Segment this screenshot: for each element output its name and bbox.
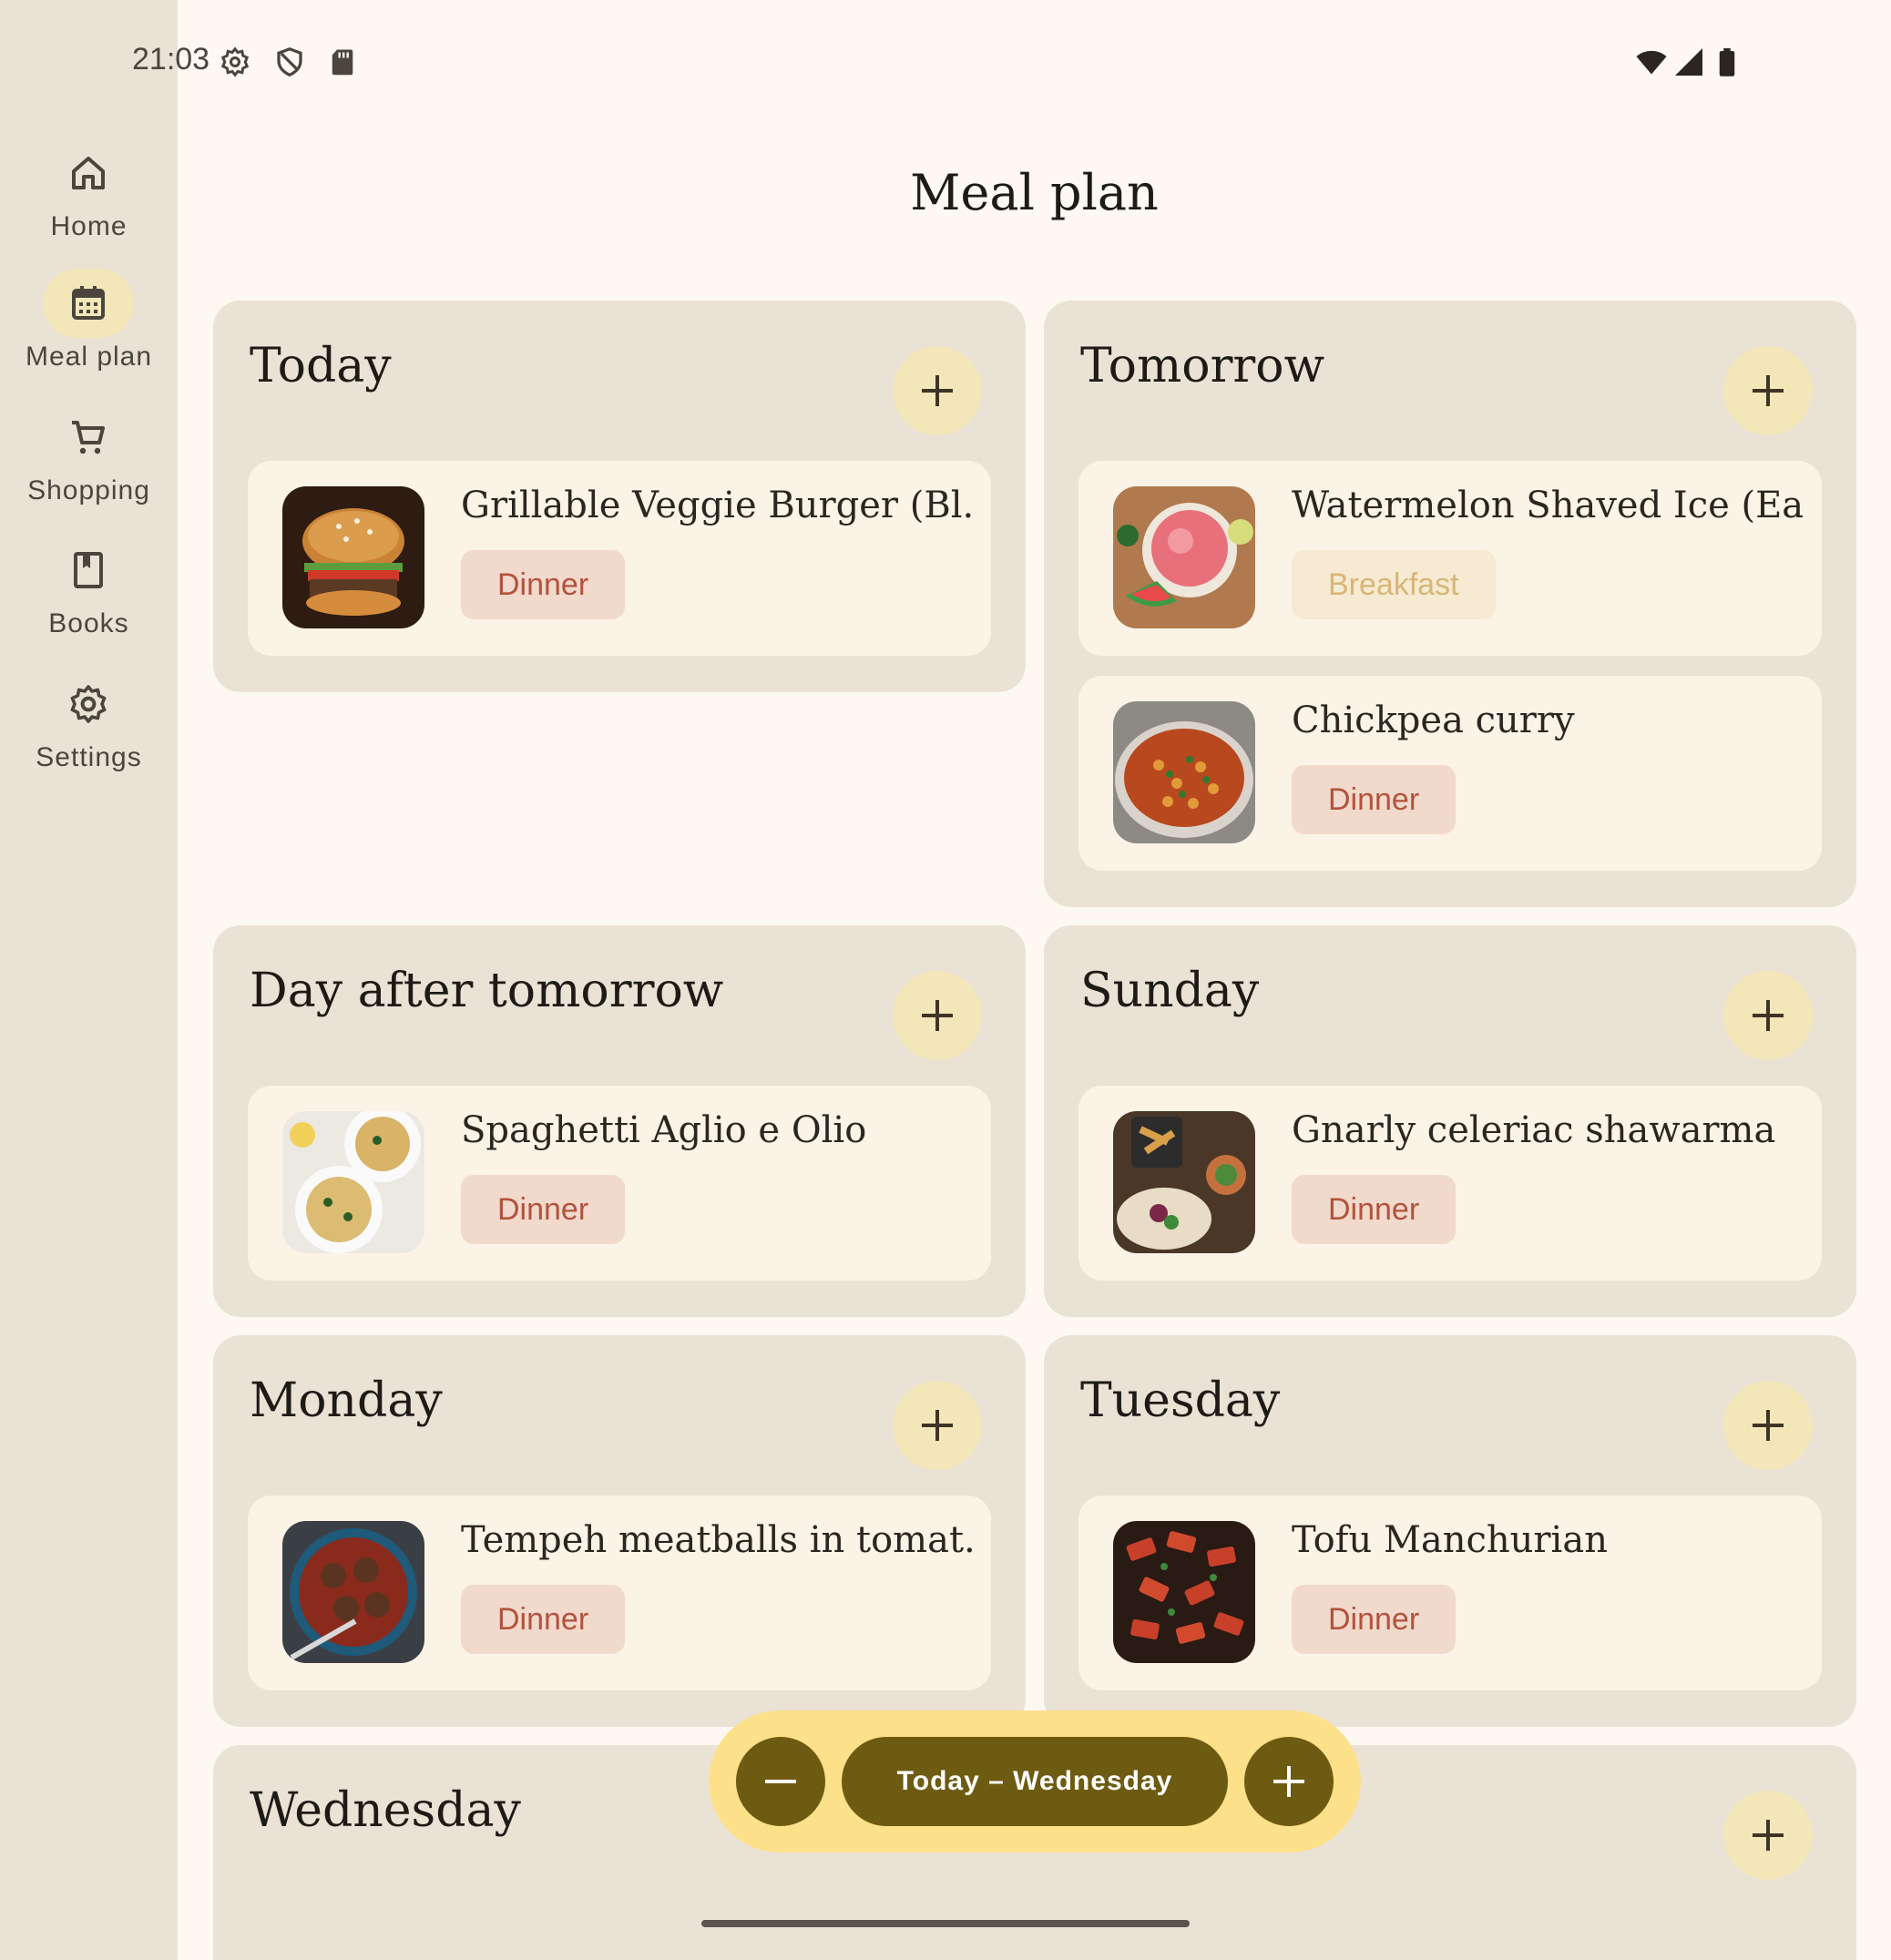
day-title: Today [250, 339, 392, 393]
meal-image-tempeh-meatballs [282, 1521, 424, 1663]
meal-card[interactable]: Tofu Manchurian Dinner [1078, 1496, 1822, 1690]
gear-icon [220, 46, 250, 77]
add-meal-button[interactable] [893, 1381, 982, 1470]
meal-name: Grillable Veggie Burger (Bl... [461, 485, 973, 526]
meal-image-veggie-burger [282, 486, 424, 628]
add-meal-button[interactable] [893, 971, 982, 1060]
meal-card[interactable]: Watermelon Shaved Ice (Ea... Breakfast [1078, 461, 1822, 656]
day-title: Tuesday [1080, 1373, 1281, 1428]
page-title: Meal plan [910, 164, 1159, 221]
gear-icon [43, 669, 134, 739]
day-title: Wednesday [250, 1783, 521, 1838]
date-range-stepper: Today – Wednesday [709, 1710, 1361, 1853]
meal-card[interactable]: Tempeh meatballs in tomat... Dinner [248, 1496, 991, 1690]
rail-item-settings[interactable]: Settings [0, 669, 178, 797]
rail-item-meal-plan[interactable]: Meal plan [0, 269, 178, 396]
add-meal-button[interactable] [1723, 1791, 1813, 1880]
calendar-icon [43, 269, 134, 338]
book-icon [43, 536, 134, 605]
day-card-monday: Monday Tempeh meatballs in tomat... Dinn… [213, 1335, 1026, 1727]
day-card-day-after-tomorrow: Day after tomorrow Spaghetti Aglio e Oli… [213, 925, 1026, 1317]
increase-range-button[interactable] [1244, 1737, 1334, 1826]
day-title: Monday [250, 1373, 443, 1428]
sd-card-icon [332, 49, 353, 76]
gesture-home-bar[interactable] [701, 1920, 1190, 1927]
meal-image-spaghetti [282, 1111, 424, 1253]
meal-name: Tofu Manchurian [1292, 1519, 1608, 1561]
rail-item-label: Meal plan [25, 342, 153, 372]
meal-name: Gnarly celeriac shawarma [1292, 1109, 1776, 1151]
add-meal-button[interactable] [1723, 971, 1813, 1060]
day-card-today: Today Grillable Veggie Burger (Bl... Din… [213, 301, 1026, 692]
meal-name: Spaghetti Aglio e Olio [461, 1109, 867, 1151]
rail-item-label: Home [50, 211, 128, 241]
date-range-label[interactable]: Today – Wednesday [842, 1737, 1228, 1826]
meal-card[interactable]: Gnarly celeriac shawarma Dinner [1078, 1086, 1822, 1281]
shield-icon [277, 46, 302, 77]
meal-name: Watermelon Shaved Ice (Ea... [1292, 485, 1804, 526]
meal-image-chickpea-curry [1113, 701, 1255, 843]
meal-type-tag: Dinner [1292, 765, 1457, 834]
signal-icon [1675, 48, 1702, 76]
day-title: Day after tomorrow [250, 964, 724, 1018]
day-title: Sunday [1080, 964, 1260, 1018]
status-time: 21:03 [132, 42, 210, 77]
meal-type-tag: Dinner [461, 1585, 626, 1654]
rail-item-books[interactable]: Books [0, 536, 178, 663]
meal-type-tag: Dinner [461, 1175, 626, 1244]
day-card-sunday: Sunday Gnarly celeriac shawarma Dinner [1044, 925, 1856, 1317]
meal-card[interactable]: Grillable Veggie Burger (Bl... Dinner [248, 461, 991, 656]
navigation-rail: Home Meal plan Shopping Books Settings [0, 0, 178, 1960]
meal-name: Chickpea curry [1292, 699, 1575, 741]
rail-item-home[interactable]: Home [0, 138, 178, 266]
battery-icon [1719, 48, 1735, 77]
decrease-range-button[interactable] [736, 1737, 825, 1826]
meal-card[interactable]: Spaghetti Aglio e Olio Dinner [248, 1086, 991, 1281]
day-card-tomorrow: Tomorrow Watermelon Shaved Ice (Ea... Br… [1044, 301, 1856, 907]
meal-image-tofu-manchurian [1113, 1521, 1255, 1663]
meal-type-tag: Breakfast [1292, 550, 1496, 619]
add-meal-button[interactable] [1723, 1381, 1813, 1470]
rail-item-label: Shopping [27, 475, 150, 505]
meal-image-celeriac-shawarma [1113, 1111, 1255, 1253]
wifi-icon [1636, 50, 1667, 75]
rail-item-label: Books [48, 608, 129, 638]
rail-item-label: Settings [36, 742, 142, 772]
meal-card[interactable]: Chickpea curry Dinner [1078, 676, 1822, 871]
add-meal-button[interactable] [1723, 346, 1813, 435]
status-bar: 21:03 [0, 0, 1891, 123]
day-card-tuesday: Tuesday Tofu Manchurian Dinner [1044, 1335, 1856, 1727]
cart-icon [43, 403, 134, 472]
add-meal-button[interactable] [893, 346, 982, 435]
day-title: Tomorrow [1080, 339, 1325, 393]
meal-type-tag: Dinner [1292, 1585, 1457, 1654]
rail-item-shopping[interactable]: Shopping [0, 403, 178, 530]
meal-name: Tempeh meatballs in tomat... [461, 1519, 973, 1561]
meal-type-tag: Dinner [1292, 1175, 1457, 1244]
meal-image-watermelon-ice [1113, 486, 1255, 628]
meal-type-tag: Dinner [461, 550, 626, 619]
home-icon [43, 138, 134, 208]
